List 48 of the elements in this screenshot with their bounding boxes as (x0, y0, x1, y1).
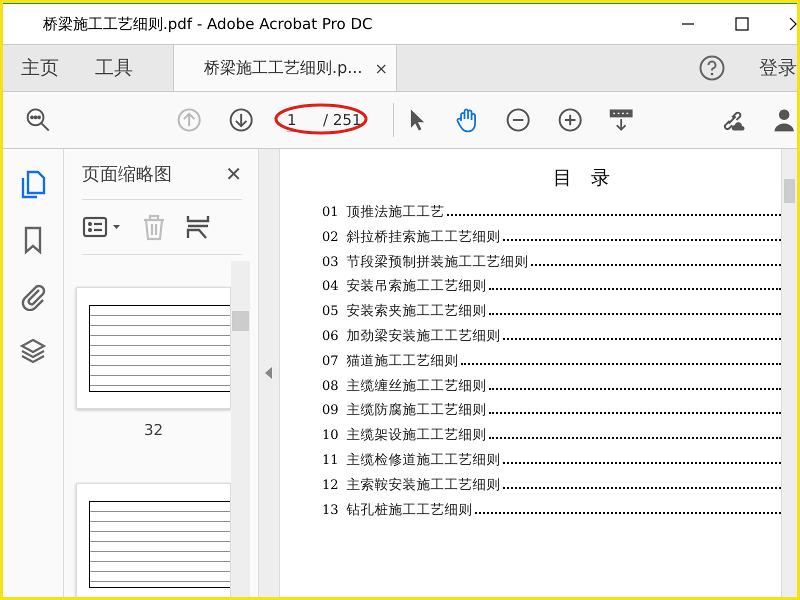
entry-number: 08 (322, 378, 339, 394)
entry-number: 10 (322, 428, 339, 444)
entry-number: 13 (322, 502, 339, 518)
page-total: / 251 (323, 111, 362, 129)
entry-number: 06 (322, 328, 339, 344)
toc-entry[interactable]: 主缆防腐施工工艺细则 (346, 401, 487, 420)
sign-in-link[interactable]: 登录 (759, 55, 797, 81)
help-icon[interactable] (699, 55, 725, 81)
page-thumbnail[interactable] (76, 483, 231, 597)
entry-number: 07 (322, 354, 339, 369)
toc-entry[interactable]: 加劲梁安装施工工艺细则 (346, 326, 501, 345)
toc-entry[interactable]: 主缆检修道施工工艺细则 (346, 450, 501, 469)
nav-tab[interactable]: 主页 (3, 45, 77, 91)
collapse-arrow-icon[interactable] (265, 367, 273, 379)
window-title: 桥梁施工工艺细则.pdf - Adobe Acrobat Pro DC (43, 14, 372, 34)
entry-number: 12 (322, 478, 339, 493)
page-number-field[interactable]: 1 (287, 108, 310, 132)
tab-close-button[interactable]: × (374, 58, 388, 78)
entry-number: 11 (322, 452, 339, 468)
pages-icon[interactable] (19, 169, 47, 199)
toc-entry[interactable]: 主缆缠丝施工工艺细则 (346, 376, 487, 395)
entry-number: 04 (322, 279, 339, 294)
panel-title: 页面缩略图 (82, 163, 172, 186)
entry-number: 05 (322, 304, 339, 320)
entry-number: 02 (322, 230, 339, 245)
toc-entry[interactable]: 主缆架设施工工艺细则 (346, 426, 487, 444)
toc-entry[interactable]: 节段梁预制拼装施工工艺细则 (346, 252, 529, 271)
page-number-label: 32 (144, 421, 164, 439)
document-scrollbar[interactable] (781, 149, 797, 597)
extract-icon[interactable] (184, 213, 212, 241)
toc-entry[interactable]: 斜拉桥挂索施工工艺细则 (346, 228, 501, 246)
close-icon[interactable] (789, 17, 797, 31)
toc-entry[interactable]: 安装吊索施工工艺细则 (346, 277, 487, 296)
page-thumbnail[interactable] (76, 287, 231, 409)
entry-number: 01 (322, 205, 339, 220)
panel-close-button[interactable]: ✕ (225, 162, 242, 186)
toc-entry[interactable]: 钻孔桩施工工艺细则 (346, 500, 473, 519)
maximize-icon[interactable] (735, 17, 749, 31)
toc-entry[interactable]: 猫道施工工艺细则 (346, 352, 459, 370)
toc-entry[interactable]: 主索鞍安装施工工艺细则 (346, 476, 501, 494)
nav-tab[interactable]: 工具 (77, 45, 151, 91)
entry-number: 03 (322, 254, 339, 270)
toc-heading: 目 录 (552, 166, 611, 191)
toc-entry[interactable]: 顶推法施工工艺 (346, 203, 445, 221)
toc-entry[interactable]: 安装索夹施工工艺细则 (346, 302, 487, 320)
thumbnail-scrollbar[interactable] (231, 261, 250, 597)
document-tab[interactable]: 桥梁施工工艺细则.p... × (173, 45, 397, 91)
entry-number: 09 (322, 403, 339, 418)
